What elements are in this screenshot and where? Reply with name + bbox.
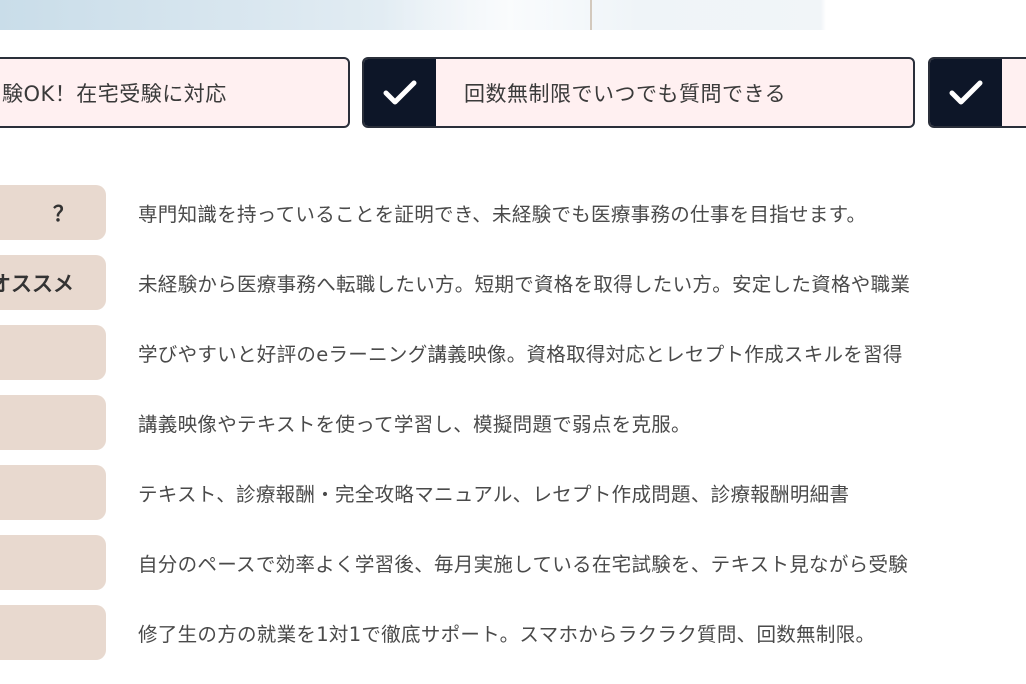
row-label-6 <box>0 535 106 590</box>
hero-image <box>0 0 1026 30</box>
row-text-4: 講義映像やテキストを使って学習し、模擬問題で弱点を克服。 <box>138 413 691 436</box>
row-label-what: ？ <box>0 185 106 240</box>
row-label-5 <box>0 465 106 520</box>
check-icon <box>364 59 436 126</box>
row-text-recommend: 未経験から医療事務へ転職したい方。短期で資格を取得したい方。安定した資格や職業 <box>138 273 911 296</box>
feature-home-exam: 験OK！在宅受験に対応 <box>0 57 350 128</box>
hero-divider <box>590 0 592 30</box>
row-text-3: 学びやすいと好評のeラーニング講義映像。資格取得対応とレセプト作成スキルを習得 <box>138 343 903 366</box>
feature-unlimited-questions-text: 回数無制限でいつでも質問できる <box>464 81 787 106</box>
row-text-6: 自分のペースで効率よく学習後、毎月実施している在宅試験を、テキスト見ながら受験 <box>138 553 909 576</box>
check-icon <box>930 59 1002 126</box>
row-text-7: 修了生の方の就業を1対1で徹底サポート。スマホからラクラク質問、回数無制限。 <box>138 623 876 646</box>
feature-unlimited-questions: 回数無制限でいつでも質問できる <box>362 57 915 128</box>
row-label-3 <box>0 325 106 380</box>
feature-home-exam-text: 験OK！在宅受験に対応 <box>2 81 227 106</box>
feature-third <box>928 57 1026 128</box>
row-label-4 <box>0 395 106 450</box>
hero-highlight <box>380 0 640 30</box>
row-label-recommend: オススメ <box>0 255 106 310</box>
row-text-5: テキスト、診療報酬・完全攻略マニュアル、レセプト作成問題、診療報酬明細書 <box>138 483 850 506</box>
row-label-7 <box>0 605 106 660</box>
row-text-what: 専門知識を持っていることを証明でき、未経験でも医療事務の仕事を目指せます。 <box>138 203 867 226</box>
